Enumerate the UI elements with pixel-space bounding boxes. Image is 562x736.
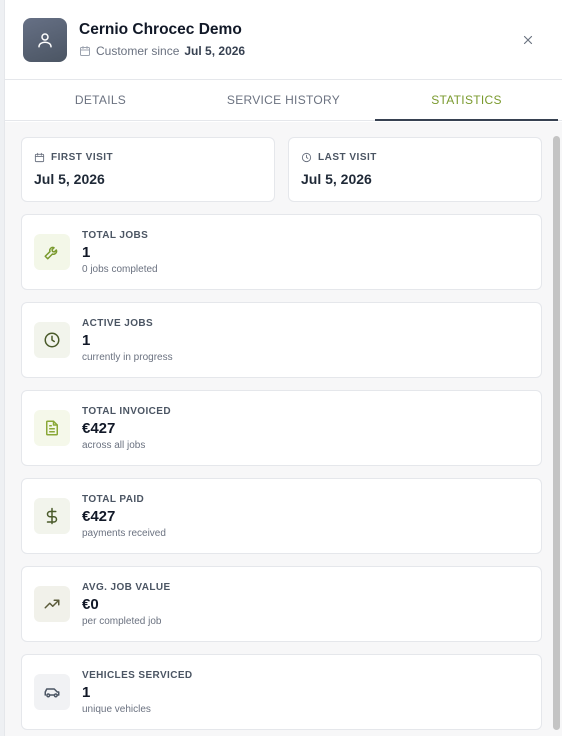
tab-details[interactable]: DETAILS [9, 80, 192, 120]
stat-card-vehicles-serviced: VEHICLES SERVICED 1 unique vehicles [21, 654, 542, 730]
stat-label: VEHICLES SERVICED [82, 669, 193, 681]
visit-row: FIRST VISIT Jul 5, 2026 LAST VISIT Jul 5… [21, 137, 542, 202]
stat-note: payments received [82, 527, 166, 539]
stat-value: 1 [82, 243, 91, 261]
clock-icon [301, 152, 312, 163]
stat-note: per completed job [82, 615, 162, 627]
stat-value: €427 [82, 507, 116, 525]
stat-label: TOTAL PAID [82, 493, 145, 505]
tab-statistics[interactable]: STATISTICS [375, 80, 558, 121]
stat-card-total-invoiced: TOTAL INVOICED €427 across all jobs [21, 390, 542, 466]
wrench-icon [44, 246, 58, 260]
customer-since-label: Customer since [96, 44, 180, 58]
stat-label: TOTAL INVOICED [82, 405, 171, 417]
stat-label: ACTIVE JOBS [82, 317, 154, 329]
stat-card-active-jobs: ACTIVE JOBS 1 currently in progress [21, 302, 542, 378]
statistics-panel: FIRST VISIT Jul 5, 2026 LAST VISIT Jul 5… [5, 122, 562, 736]
close-icon [523, 35, 533, 45]
stat-icon-box [34, 322, 70, 358]
stat-value: €0 [82, 595, 99, 613]
stat-card-total-jobs: TOTAL JOBS 1 0 jobs completed [21, 214, 542, 290]
stat-icon-box [34, 410, 70, 446]
stat-label: AVG. JOB VALUE [82, 581, 171, 593]
avatar [23, 17, 67, 62]
tab-bar: DETAILS SERVICE HISTORY STATISTICS [5, 80, 562, 121]
first-visit-value: Jul 5, 2026 [34, 171, 105, 187]
stat-icon-box [34, 234, 70, 270]
stat-value: 1 [82, 331, 91, 349]
dollar-icon [46, 507, 58, 525]
stat-note: currently in progress [82, 351, 173, 363]
stat-note: across all jobs [82, 439, 146, 451]
last-visit-label: LAST VISIT [318, 152, 377, 163]
customer-name: Cernio Chrocec Demo [79, 21, 242, 38]
tab-service-history[interactable]: SERVICE HISTORY [192, 80, 375, 120]
trending-up-icon [44, 599, 60, 609]
stat-icon-box [34, 674, 70, 710]
customer-since: Customer since Jul 5, 2026 [79, 44, 245, 58]
close-button[interactable] [520, 32, 536, 48]
scrollbar[interactable] [553, 136, 560, 730]
stat-note: unique vehicles [82, 703, 151, 715]
drawer-header: Cernio Chrocec Demo Customer since Jul 5… [5, 0, 562, 80]
calendar-icon [80, 46, 90, 56]
customer-drawer: Cernio Chrocec Demo Customer since Jul 5… [4, 0, 562, 736]
stat-note: 0 jobs completed [82, 263, 158, 275]
car-icon [44, 688, 60, 698]
stat-value: 1 [82, 683, 91, 701]
stat-label: TOTAL JOBS [82, 229, 149, 241]
customer-since-date: Jul 5, 2026 [184, 44, 246, 58]
stat-card-total-paid: TOTAL PAID €427 payments received [21, 478, 542, 554]
clock-icon [44, 332, 60, 348]
last-visit-card: LAST VISIT Jul 5, 2026 [288, 137, 542, 202]
stat-card-avg-job-value: AVG. JOB VALUE €0 per completed job [21, 566, 542, 642]
first-visit-card: FIRST VISIT Jul 5, 2026 [21, 137, 275, 202]
last-visit-value: Jul 5, 2026 [301, 171, 372, 187]
first-visit-label: FIRST VISIT [51, 152, 114, 163]
statistics-scroll-area: FIRST VISIT Jul 5, 2026 LAST VISIT Jul 5… [5, 122, 550, 736]
stat-icon-box [34, 498, 70, 534]
calendar-icon [34, 152, 45, 163]
stat-value: €427 [82, 419, 116, 437]
stat-icon-box [34, 586, 70, 622]
document-icon [46, 420, 58, 436]
user-icon [38, 32, 52, 47]
